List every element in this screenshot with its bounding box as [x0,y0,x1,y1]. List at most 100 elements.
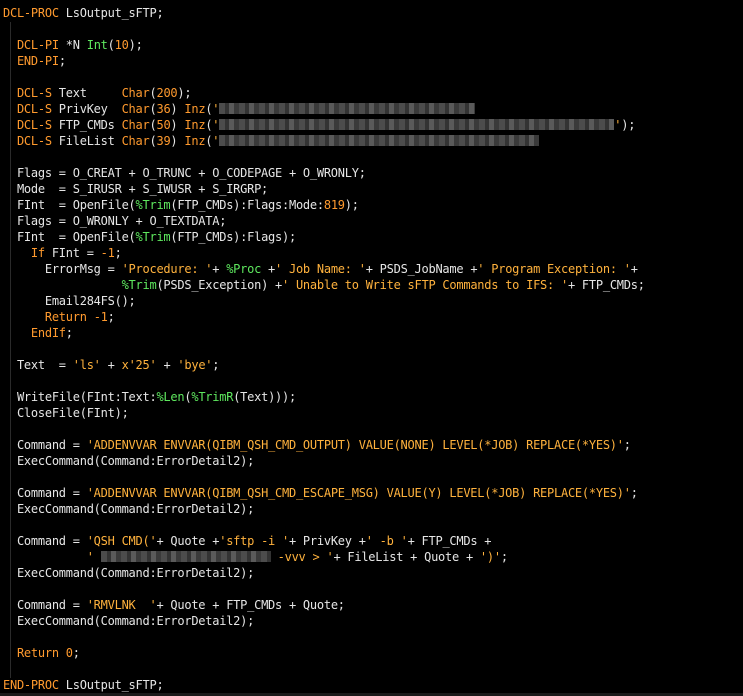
code-line: DCL-PROC LsOutput_sFTP; [3,5,645,21]
code-line: %Trim(PSDS_Exception) +' Unable to Write… [3,277,645,293]
code-token: Text = [3,358,73,372]
code-line: ExecCommand(Command:ErrorDetail2); [3,501,645,517]
code-token: (FTP_CMDs):Flags:Mode: [170,198,324,212]
code-token: Email284FS(); [3,294,136,308]
code-token: LsOutput_sFTP; [58,6,164,20]
code-token: 819 [323,198,345,212]
code-token: ); [621,118,636,132]
code-token: DCL-PROC [3,6,59,20]
code-line: If FInt = -1; [3,245,645,261]
code-line: ' -vvv > '+ FileList + Quote + ')'; [3,549,645,565]
code-token: ExecCommand(Command:ErrorDetail2); [3,502,255,516]
redacted-text [100,551,271,562]
code-line: Command = 'ADDENVVAR ENVVAR(QIBM_QSH_CMD… [3,437,645,453]
code-token: WriteFile(FInt:Text: [3,390,157,404]
code-token: + Quote + FTP_CMDs + Quote; [156,598,345,612]
code-token: PrivKey [51,102,122,116]
code-token: Flags = O_CREAT + O_TRUNC + O_CODEPAGE +… [3,166,366,180]
code-token: ; [623,438,631,452]
code-line: Email284FS(); [3,293,645,309]
code-token: Command = [3,438,87,452]
code-token: ' Program Exception: ' [477,262,631,276]
code-token: + [100,358,122,372]
code-token: + [261,262,276,276]
code-token: + [156,358,178,372]
code-token: 50 [156,118,171,132]
code-token: ExecCommand(Command:ErrorDetail2); [3,454,255,468]
code-token: + PrivKey + [288,534,366,548]
code-token: + [630,262,638,276]
code-token: CloseFile(FInt); [3,406,129,420]
code-token: 'ADDENVVAR ENVVAR(QIBM_QSH_CMD_OUTPUT) V… [86,438,624,452]
code-token: + PSDS_JobName + [365,262,478,276]
code-token: -1 [93,310,108,324]
code-token: 36 [156,102,171,116]
code-token: Inz [184,134,206,148]
code-token: %Len [156,390,185,404]
code-token: %Trim [135,198,171,212]
code-line: DCL-S FileList Char(39) Inz(' [3,133,645,149]
code-token: END-PI [16,54,59,68]
code-token: ' [212,102,220,116]
code-token: DCL-PI [16,38,59,52]
code-token: Return [16,646,59,660]
code-token: ' [212,118,220,132]
code-token: LsOutput_sFTP; [58,678,164,692]
code-token: 'Procedure: ' [121,262,213,276]
code-line: CloseFile(FInt); [3,405,645,421]
code-line: Mode = S_IRUSR + S_IWUSR + S_IRGRP; [3,181,645,197]
code-token: ' [86,550,101,564]
code-line: END-PROC LsOutput_sFTP; [3,677,645,693]
code-token: ; [500,550,508,564]
code-token: ' Unable to Write sFTP Commands to IFS: … [282,278,568,292]
redacted-text [219,119,615,130]
code-token: Inz [184,102,206,116]
code-line: Flags = O_CREAT + O_TRUNC + O_CODEPAGE +… [3,165,645,181]
code-token: ); [128,38,143,52]
code-token: + Quote + [156,534,220,548]
code-editor[interactable]: DCL-PROC LsOutput_sFTP; DCL-PI *N Int(10… [0,0,743,696]
code-token: DCL-S [16,134,52,148]
code-token: %Proc [226,262,262,276]
code-line: ExecCommand(Command:ErrorDetail2); [3,565,645,581]
code-token: 10 [114,38,129,52]
code-token: FInt = OpenFile( [3,198,136,212]
code-token: 'RMVLNK ' [86,598,157,612]
code-line: ErrorMsg = 'Procedure: '+ %Proc +' Job N… [3,261,645,277]
code-token: ' [212,134,220,148]
code-token: END-PROC [3,678,59,692]
code-token: ) [170,102,185,116]
code-token: ; [58,54,66,68]
code-token: 'ls' [72,358,101,372]
code-area[interactable]: DCL-PROC LsOutput_sFTP; DCL-PI *N Int(10… [3,5,645,693]
code-token: Char [121,102,150,116]
code-token: Mode = S_IRUSR + S_IWUSR + S_IRGRP; [3,182,269,196]
code-token: %Trim [121,278,157,292]
code-token: ExecCommand(Command:ErrorDetail2); [3,614,255,628]
code-token: Inz [184,118,206,132]
code-token: Text [51,86,122,100]
code-token: ( [107,38,115,52]
code-token: ); [344,198,359,212]
code-token: ' -b ' [365,534,408,548]
code-token: 'QSH CMD(' [86,534,157,548]
code-token: FInt = [44,246,101,260]
code-token: 39 [156,134,171,148]
code-line: EndIf; [3,325,645,341]
code-token: + FTP_CMDs + [407,534,492,548]
code-line: ExecCommand(Command:ErrorDetail2); [3,453,645,469]
